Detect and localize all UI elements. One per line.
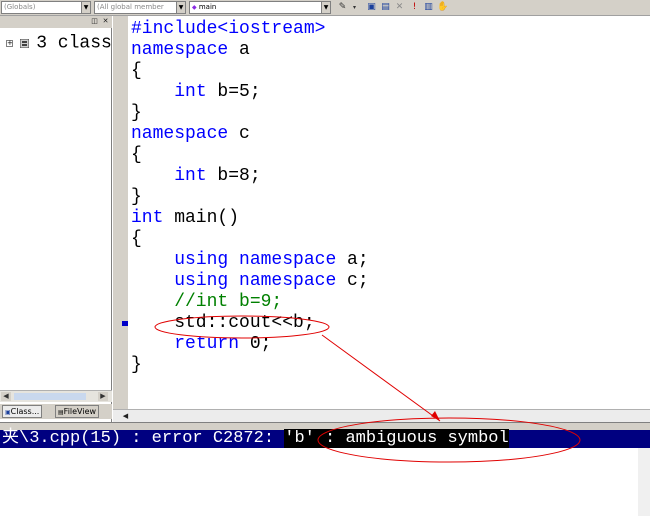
error-location: 夹\3.cpp(15) : error C2872:: [2, 429, 285, 448]
output-pane[interactable]: 夹\3.cpp(15) : error C2872: 'b' : ambiguo…: [0, 429, 650, 516]
code-line-3-text: {: [131, 61, 142, 81]
code-line-3: {: [131, 61, 142, 82]
code-line-14-text: //int b=9;: [131, 292, 283, 312]
code-line-6-text: namespace c: [131, 124, 250, 144]
code-line-9: }: [131, 187, 142, 208]
code-line-1: #include<iostream>: [131, 19, 325, 40]
code-line-5: }: [131, 103, 142, 124]
code-line-6: namespace c: [131, 124, 250, 145]
hand-icon[interactable]: ✋: [437, 2, 448, 13]
code-line-11: {: [131, 229, 142, 250]
members-combo[interactable]: (All global member ▼: [94, 1, 186, 14]
code-line-2-text: namespace a: [131, 40, 250, 60]
build-icon[interactable]: ▤: [380, 2, 391, 13]
code-line-16-text: return 0;: [174, 334, 272, 354]
globals-combo-value: (Globals): [4, 3, 36, 11]
code-line-10: int main(): [131, 208, 239, 229]
tree-item[interactable]: + 3 class: [6, 33, 112, 54]
dropdown-arrow-icon[interactable]: ▾: [349, 2, 360, 13]
code-line-14: //int b=9;: [131, 292, 282, 313]
chevron-down-icon[interactable]: ▼: [81, 2, 90, 13]
expand-icon[interactable]: +: [6, 40, 13, 47]
code-line-13: using namespace c;: [131, 271, 369, 292]
tab-classview-label: Class...: [10, 407, 40, 416]
code-line-11-text: {: [131, 229, 142, 249]
stop-icon[interactable]: ✕: [394, 2, 405, 13]
output-vertical-scrollbar[interactable]: [638, 448, 650, 516]
workspace-tabs: ▣Class... ▤FileView: [0, 404, 112, 419]
workspace-pane: ◫ ✕ + 3 class ◀ ▶ ▣Class... ▤FileView: [0, 16, 112, 422]
tab-classview[interactable]: ▣Class...: [2, 405, 43, 418]
code-line-7: {: [131, 145, 142, 166]
code-line-12: using namespace a;: [131, 250, 369, 271]
code-line-15: std::cout<<b;: [131, 313, 315, 334]
class-icon[interactable]: ▣: [366, 2, 377, 13]
workspace-titlebar: ◫ ✕: [0, 16, 112, 28]
editor-horizontal-scrollbar[interactable]: ◀: [113, 409, 650, 422]
scroll-left-icon[interactable]: ◀: [1, 392, 11, 401]
error-message: 'b' : ambiguous symbol: [284, 429, 509, 448]
scroll-right-icon[interactable]: ▶: [98, 392, 108, 401]
horizontal-scrollbar[interactable]: ◀ ▶: [0, 390, 112, 402]
function-combo-value: main: [198, 3, 217, 11]
function-combo[interactable]: ◆ main ▼: [189, 1, 331, 14]
close-icon[interactable]: ✕: [101, 17, 110, 26]
code-line-4-text: int b=5;: [174, 82, 261, 102]
chevron-down-icon[interactable]: ▼: [321, 2, 330, 13]
editor-gutter: [113, 16, 128, 409]
code-line-4: int b=5;: [131, 82, 261, 103]
function-icon: ◆: [192, 4, 197, 11]
chevron-down-icon[interactable]: ▼: [176, 2, 185, 13]
code-line-17-text: }: [131, 355, 142, 375]
scrollbar-thumb[interactable]: [14, 393, 86, 400]
code-line-10-text: int main(): [131, 208, 240, 228]
code-line-5-text: }: [131, 103, 142, 123]
code-line-15-text: std::cout<<b;: [131, 313, 315, 333]
classes-icon: [20, 39, 30, 48]
code-line-2: namespace a: [131, 40, 250, 61]
wizard-icon[interactable]: ✎: [337, 2, 348, 13]
tree-item-label: 3 class: [36, 33, 112, 54]
code-line-12-text: using namespace a;: [174, 250, 369, 270]
code-line-7-text: {: [131, 145, 142, 165]
breakpoint-icon[interactable]: ▥: [423, 2, 434, 13]
code-line-8: int b=8;: [131, 166, 261, 187]
tab-fileview[interactable]: ▤FileView: [55, 405, 100, 418]
code-editor[interactable]: #include<iostream> namespace a { int b=5…: [128, 16, 650, 409]
code-line-1-text: #include<iostream>: [131, 19, 326, 39]
globals-combo[interactable]: (Globals) ▼: [1, 1, 91, 14]
code-line-9-text: }: [131, 187, 142, 207]
code-line-8-text: int b=8;: [174, 166, 261, 186]
code-line-13-text: using namespace c;: [174, 271, 369, 291]
error-text: 夹\3.cpp(15) : error C2872: 'b' : ambiguo…: [2, 429, 509, 448]
scroll-left-icon[interactable]: ◀: [121, 412, 130, 421]
code-line-16: return 0;: [131, 334, 271, 355]
members-combo-value: (All global member: [97, 3, 164, 11]
restore-icon[interactable]: ◫: [90, 17, 99, 26]
execute-icon[interactable]: !: [409, 2, 420, 13]
error-line[interactable]: 夹\3.cpp(15) : error C2872: 'b' : ambiguo…: [0, 429, 650, 448]
tab-fileview-label: FileView: [63, 407, 97, 416]
code-line-17: }: [131, 355, 142, 376]
toolbar: (Globals) ▼ (All global member ▼ ◆ main …: [0, 0, 650, 16]
